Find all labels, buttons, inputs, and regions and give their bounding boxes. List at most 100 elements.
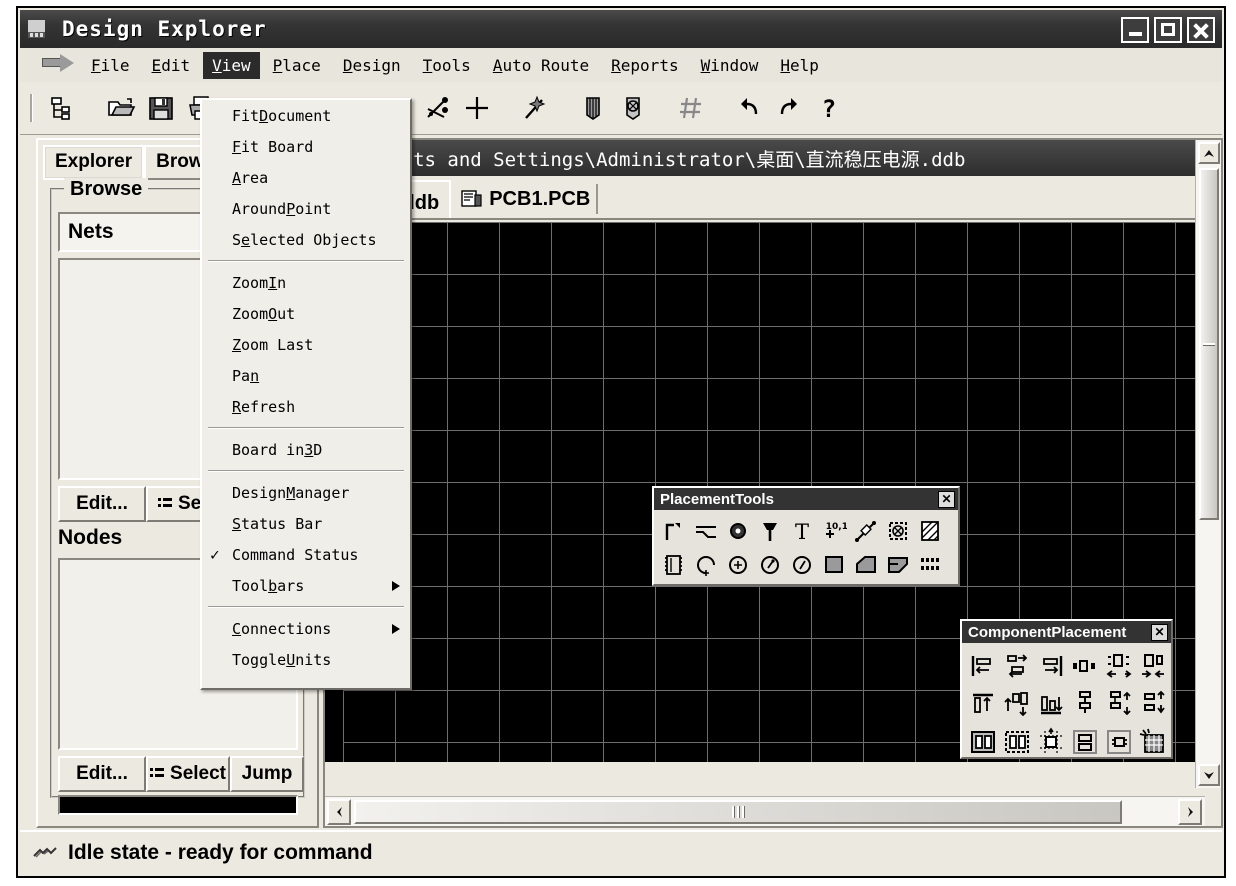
via-icon[interactable] bbox=[754, 514, 786, 548]
position-component-icon[interactable] bbox=[1068, 723, 1102, 761]
menu-item-toggle-units[interactable]: Toggle Units bbox=[202, 644, 410, 675]
polygon-plane-icon[interactable] bbox=[914, 514, 946, 548]
menu-item-toolbars[interactable]: Toolbars bbox=[202, 570, 410, 601]
menu-edit[interactable]: Edit bbox=[143, 52, 200, 79]
open-folder-icon[interactable] bbox=[106, 93, 136, 123]
menu-tools[interactable]: Tools bbox=[414, 52, 480, 79]
nodes-button-row: Edit... Select Jump bbox=[58, 756, 304, 792]
nodes-edit-button[interactable]: Edit... bbox=[58, 756, 146, 792]
horizontal-scrollbar[interactable] bbox=[325, 796, 1205, 826]
menu-help[interactable]: Help bbox=[771, 52, 828, 79]
menu-file[interactable]: File bbox=[82, 52, 139, 79]
crosshair-icon[interactable] bbox=[462, 93, 492, 123]
menu-reports[interactable]: Reports bbox=[602, 52, 687, 79]
interactive-routing-icon[interactable] bbox=[658, 514, 690, 548]
design-manager-icon[interactable] bbox=[48, 93, 78, 123]
maximize-button[interactable] bbox=[1154, 17, 1182, 43]
undo-icon[interactable] bbox=[734, 93, 764, 123]
component-b-icon[interactable] bbox=[618, 93, 648, 123]
component-a-icon[interactable] bbox=[578, 93, 608, 123]
decrease-v-spacing-icon[interactable] bbox=[1136, 685, 1170, 723]
menu-item-refresh[interactable]: Refresh bbox=[202, 391, 410, 422]
menu-window[interactable]: Window bbox=[692, 52, 768, 79]
arrange-outside-board-icon[interactable] bbox=[1000, 723, 1034, 761]
full-circle-icon[interactable] bbox=[786, 548, 818, 582]
place-from-list-icon[interactable] bbox=[1136, 723, 1170, 761]
space-equal-h-icon[interactable] bbox=[1068, 647, 1102, 685]
align-top-icon[interactable] bbox=[966, 685, 1000, 723]
arc-edge-icon[interactable] bbox=[722, 548, 754, 582]
split-plane-icon[interactable] bbox=[850, 548, 882, 582]
plane-cutout-icon[interactable] bbox=[882, 548, 914, 582]
align-right-icon[interactable] bbox=[1034, 647, 1068, 685]
vertical-scroll-thumb[interactable] bbox=[1199, 168, 1219, 520]
scroll-grip bbox=[732, 806, 745, 818]
close-icon[interactable]: ✕ bbox=[938, 491, 955, 508]
menu-design[interactable]: Design bbox=[334, 52, 410, 79]
menu-item-area[interactable]: Area bbox=[202, 162, 410, 193]
menu-item-zoom-out[interactable]: Zoom Out bbox=[202, 298, 410, 329]
move-to-grid-icon[interactable] bbox=[1034, 723, 1068, 761]
space-equal-v-icon[interactable] bbox=[1068, 685, 1102, 723]
arc-center-icon[interactable] bbox=[690, 548, 722, 582]
grid-icon[interactable] bbox=[676, 93, 706, 123]
component-icon[interactable] bbox=[658, 548, 690, 582]
menu-item-board-in-3d[interactable]: Board in 3D bbox=[202, 434, 410, 465]
decrease-h-spacing-icon[interactable] bbox=[1136, 647, 1170, 685]
menu-item-around-point[interactable]: Around Point bbox=[202, 193, 410, 224]
pad-icon[interactable] bbox=[722, 514, 754, 548]
minimize-button[interactable] bbox=[1121, 17, 1149, 43]
menu-item-connections[interactable]: Connections bbox=[202, 613, 410, 644]
menu-item-design-manager[interactable]: Design Manager bbox=[202, 477, 410, 508]
help-icon[interactable]: ? bbox=[814, 93, 844, 123]
increase-h-spacing-icon[interactable] bbox=[1102, 647, 1136, 685]
align-v-center-icon[interactable] bbox=[1000, 685, 1034, 723]
menu-auto-route[interactable]: Auto Route bbox=[484, 52, 598, 79]
redo-icon[interactable] bbox=[774, 93, 804, 123]
menu-item-fit-board[interactable]: Fit Board bbox=[202, 131, 410, 162]
scroll-right-button[interactable] bbox=[1178, 799, 1202, 825]
menu-item-pan[interactable]: Pan bbox=[202, 360, 410, 391]
dimension-icon[interactable] bbox=[850, 514, 882, 548]
room-icon[interactable] bbox=[882, 514, 914, 548]
menu-item-fit-document[interactable]: Fit Document bbox=[202, 100, 410, 131]
save-icon[interactable] bbox=[146, 93, 176, 123]
horizontal-scroll-thumb[interactable] bbox=[354, 800, 1122, 824]
placement-tools-title-bar[interactable]: PlacementTools ✕ bbox=[654, 488, 958, 510]
document-tab-pcb[interactable]: PCB1.PCB bbox=[451, 180, 608, 218]
nets-edit-button[interactable]: Edit... bbox=[58, 486, 146, 522]
close-button[interactable] bbox=[1187, 17, 1215, 43]
menu-item-selected-objects[interactable]: Selected Objects bbox=[202, 224, 410, 255]
close-icon[interactable]: ✕ bbox=[1151, 624, 1168, 641]
menu-item-zoom-in[interactable]: Zoom In bbox=[202, 267, 410, 298]
array-paste-icon[interactable] bbox=[914, 548, 946, 582]
reposition-selected-icon[interactable] bbox=[1102, 723, 1136, 761]
menu-place[interactable]: Place bbox=[264, 52, 330, 79]
down-arrow-icon[interactable] bbox=[40, 52, 80, 78]
string-icon[interactable]: T bbox=[786, 514, 818, 548]
arrange-in-room-icon[interactable] bbox=[966, 723, 1000, 761]
menu-item-zoom-last[interactable]: Zoom Last bbox=[202, 329, 410, 360]
placement-tools-palette: PlacementTools ✕ T bbox=[652, 486, 960, 586]
align-left-icon[interactable] bbox=[966, 647, 1000, 685]
scroll-down-button[interactable] bbox=[1198, 764, 1220, 786]
arc-any-angle-icon[interactable] bbox=[754, 548, 786, 582]
increase-v-spacing-icon[interactable] bbox=[1102, 685, 1136, 723]
fanout-icon[interactable] bbox=[690, 514, 722, 548]
vertical-scrollbar[interactable] bbox=[1195, 140, 1221, 788]
fill-icon[interactable] bbox=[818, 548, 850, 582]
nodes-select-button[interactable]: Select bbox=[146, 756, 230, 792]
coordinate-icon[interactable]: 10,10 bbox=[818, 514, 850, 548]
menu-view[interactable]: View bbox=[203, 52, 260, 79]
scroll-up-button[interactable] bbox=[1198, 142, 1220, 164]
menu-item-status-bar[interactable]: Status Bar bbox=[202, 508, 410, 539]
panel-tab-explorer[interactable]: Explorer bbox=[43, 145, 144, 180]
component-placement-title-bar[interactable]: ComponentPlacement ✕ bbox=[962, 621, 1171, 643]
wand-icon[interactable] bbox=[520, 93, 550, 123]
menu-item-command-status[interactable]: ✓Command Status bbox=[202, 539, 410, 570]
nodes-jump-button[interactable]: Jump bbox=[230, 756, 304, 792]
scroll-left-button[interactable] bbox=[327, 799, 351, 825]
align-h-center-icon[interactable] bbox=[1000, 647, 1034, 685]
align-bottom-icon[interactable] bbox=[1034, 685, 1068, 723]
move-icon[interactable] bbox=[422, 93, 452, 123]
